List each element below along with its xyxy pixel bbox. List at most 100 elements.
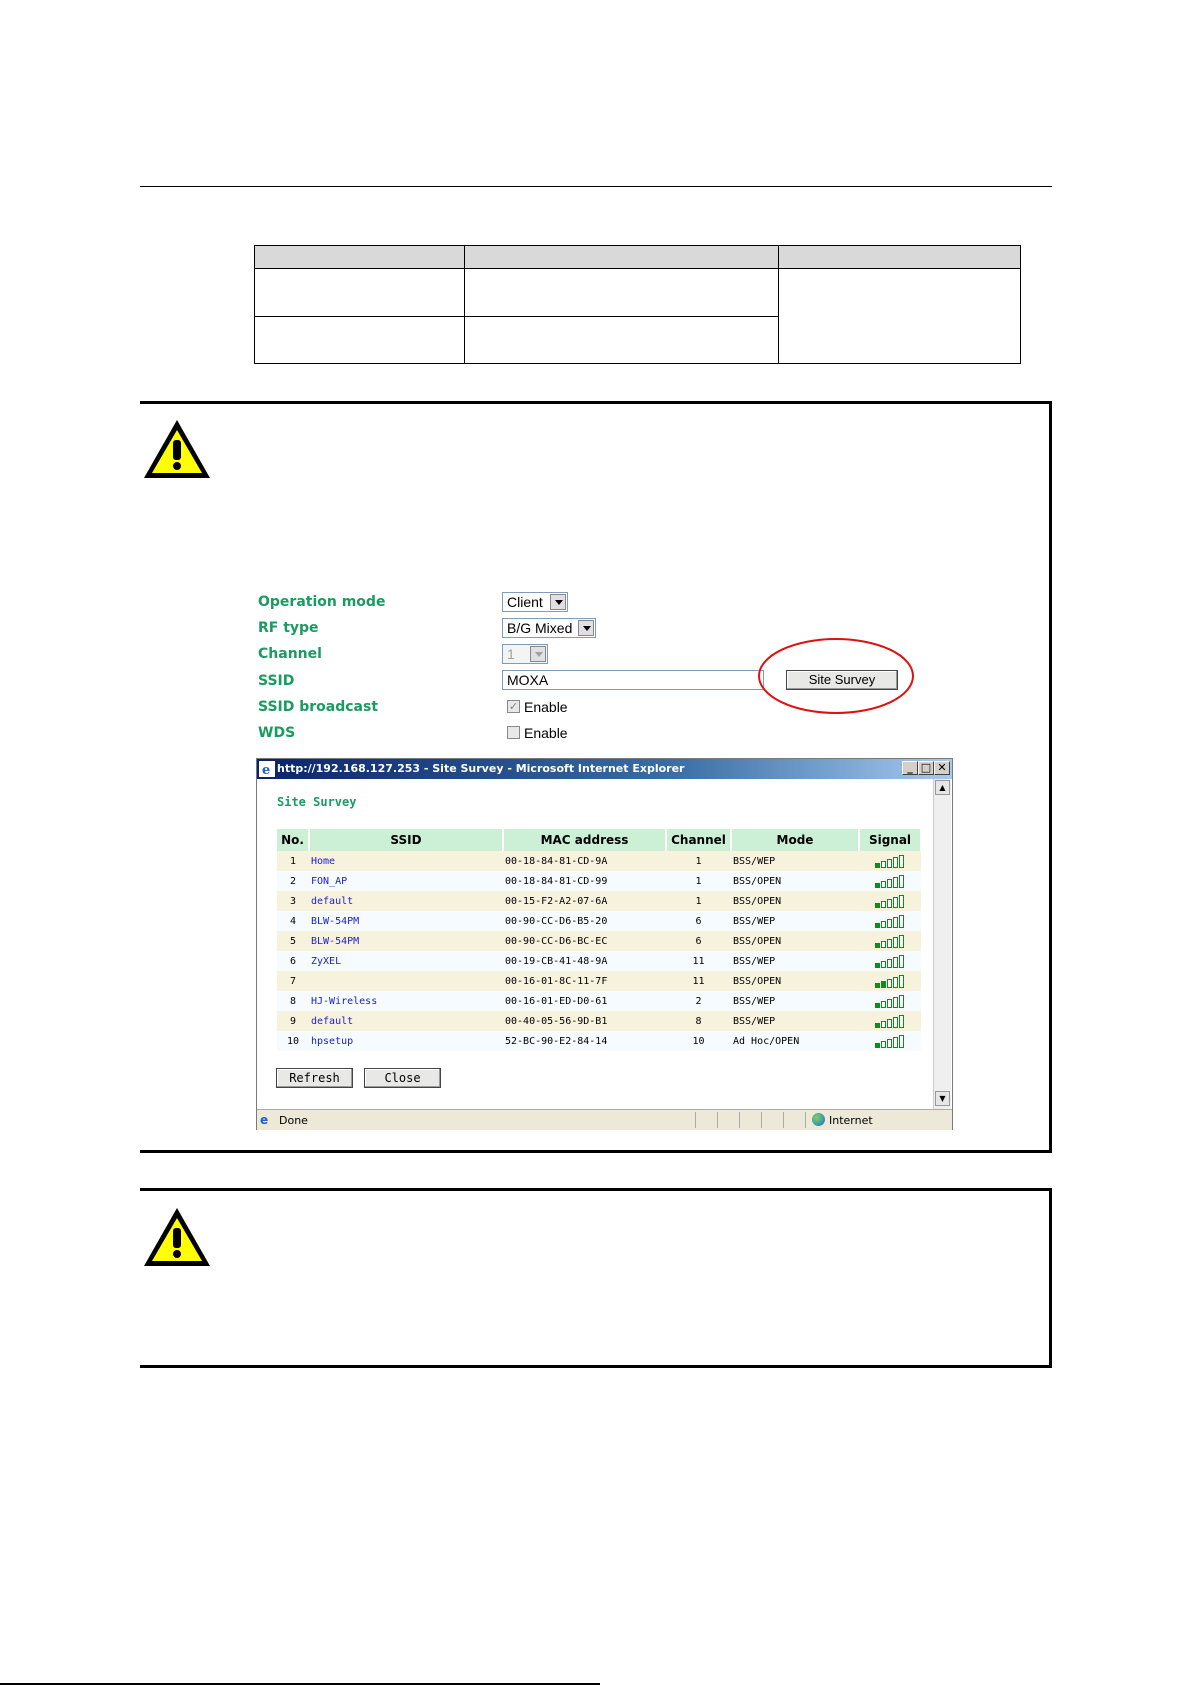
signal-cell xyxy=(859,971,921,991)
warning-icon xyxy=(144,420,210,478)
ie-logo-icon: e xyxy=(259,761,275,777)
signal-cell xyxy=(859,931,921,951)
ssid-link[interactable]: hpsetup xyxy=(309,1031,503,1051)
mode-cell: BSS/OPEN xyxy=(731,871,859,891)
wds-enable-label: Enable xyxy=(524,725,568,741)
mac-address: 00-18-84-81-CD-99 xyxy=(503,871,666,891)
status-bar: e Done Internet xyxy=(257,1109,952,1130)
ssid-input[interactable]: MOXA xyxy=(502,670,764,690)
ssid-link[interactable]: FON_AP xyxy=(309,871,503,891)
ssid-link[interactable]: default xyxy=(309,1011,503,1031)
column-header: Signal xyxy=(859,829,922,851)
table-row: 4 BLW-54PM 00-90-CC-D6-B5-20 6 BSS/WEP xyxy=(277,911,921,931)
mode-cell: BSS/WEP xyxy=(731,1011,859,1031)
zone-text: Internet xyxy=(829,1114,873,1127)
window-title: http://192.168.127.253 - Site Survey - M… xyxy=(277,762,685,775)
svg-text:e: e xyxy=(262,763,270,777)
ie-logo-icon: e xyxy=(260,1113,269,1127)
mode-cell: BSS/OPEN xyxy=(731,971,859,991)
ssid-broadcast-enable-label: Enable xyxy=(524,699,568,715)
operation-mode-select[interactable]: Client xyxy=(502,592,568,612)
mode-cell: BSS/OPEN xyxy=(731,891,859,911)
ssid-link[interactable]: BLW-54PM xyxy=(309,911,503,931)
status-divider xyxy=(783,1112,784,1128)
window-titlebar: e http://192.168.127.253 - Site Survey -… xyxy=(257,759,952,779)
table-row: 9 default 00-40-05-56-9D-B1 8 BSS/WEP xyxy=(277,1011,921,1031)
mode-cell: Ad Hoc/OPEN xyxy=(731,1031,859,1051)
signal-icon xyxy=(875,874,905,888)
table-row: 2 FON_AP 00-18-84-81-CD-99 1 BSS/OPEN xyxy=(277,871,921,891)
table-row: 5 BLW-54PM 00-90-CC-D6-BC-EC 6 BSS/OPEN xyxy=(277,931,921,951)
signal-cell xyxy=(859,1031,921,1051)
signal-cell xyxy=(859,851,921,871)
vertical-scrollbar[interactable]: ▲ ▼ xyxy=(933,779,951,1109)
signal-icon xyxy=(875,994,905,1008)
ssid-link[interactable]: HJ-Wireless xyxy=(309,991,503,1011)
column-header: MAC address xyxy=(503,829,667,851)
signal-cell xyxy=(859,951,921,971)
column-header: Channel xyxy=(666,829,732,851)
ssid-link[interactable]: Home xyxy=(309,851,503,871)
channel-cell: 11 xyxy=(666,951,731,971)
status-divider xyxy=(761,1112,762,1128)
table-cell xyxy=(254,315,465,364)
mac-address: 00-90-CC-D6-B5-20 xyxy=(503,911,666,931)
ssid-link[interactable]: default xyxy=(309,891,503,911)
close-icon[interactable]: ✕ xyxy=(934,761,950,775)
ssid-link[interactable] xyxy=(309,971,503,991)
chevron-down-icon xyxy=(578,620,594,636)
signal-cell xyxy=(859,1011,921,1031)
row-number: 8 xyxy=(277,991,309,1011)
site-survey-window: e http://192.168.127.253 - Site Survey -… xyxy=(256,758,953,1130)
ssid-link[interactable]: BLW-54PM xyxy=(309,931,503,951)
row-number: 2 xyxy=(277,871,309,891)
signal-icon xyxy=(875,1014,905,1028)
status-divider xyxy=(805,1112,806,1128)
wds-label: WDS xyxy=(258,725,296,741)
wds-checkbox[interactable] xyxy=(507,726,520,739)
scroll-down-icon[interactable]: ▼ xyxy=(935,1091,950,1106)
table-cell xyxy=(464,268,779,317)
table-row: 1 Home 00-18-84-81-CD-9A 1 BSS/WEP xyxy=(277,851,921,871)
table-row: 8 HJ-Wireless 00-16-01-ED-D0-61 2 BSS/WE… xyxy=(277,991,921,1011)
column-header: No. xyxy=(277,829,310,851)
signal-icon xyxy=(875,974,905,988)
row-number: 5 xyxy=(277,931,309,951)
ssid-broadcast-checkbox[interactable]: ✓ xyxy=(507,700,520,713)
channel-select[interactable]: 1 xyxy=(502,644,548,664)
close-button[interactable]: Close xyxy=(364,1068,441,1088)
header-rule xyxy=(140,186,1052,187)
spec-table xyxy=(254,245,1021,364)
mode-cell: BSS/WEP xyxy=(731,851,859,871)
signal-cell xyxy=(859,991,921,1011)
chevron-down-icon xyxy=(550,594,566,610)
table-header-cell xyxy=(778,245,1021,269)
row-number: 4 xyxy=(277,911,309,931)
status-text: Done xyxy=(279,1114,308,1127)
ssid-link[interactable]: ZyXEL xyxy=(309,951,503,971)
table-row: 7 00-16-01-8C-11-7F 11 BSS/OPEN xyxy=(277,971,921,991)
mac-address: 00-16-01-8C-11-7F xyxy=(503,971,666,991)
minimize-icon[interactable]: _ xyxy=(902,761,918,775)
channel-cell: 11 xyxy=(666,971,731,991)
signal-cell xyxy=(859,911,921,931)
highlight-circle xyxy=(758,638,914,714)
maximize-icon[interactable]: □ xyxy=(918,761,934,775)
signal-icon xyxy=(875,914,905,928)
signal-icon xyxy=(875,854,905,868)
globe-icon xyxy=(812,1113,825,1126)
status-divider xyxy=(739,1112,740,1128)
scroll-up-icon[interactable]: ▲ xyxy=(935,780,950,795)
channel-cell: 8 xyxy=(666,1011,731,1031)
signal-cell xyxy=(859,871,921,891)
warning-icon xyxy=(144,1208,210,1266)
rf-type-select[interactable]: B/G Mixed xyxy=(502,618,596,638)
refresh-button[interactable]: Refresh xyxy=(276,1068,353,1088)
channel-cell: 6 xyxy=(666,931,731,951)
mode-cell: BSS/OPEN xyxy=(731,931,859,951)
channel-cell: 1 xyxy=(666,851,731,871)
channel-cell: 6 xyxy=(666,911,731,931)
row-number: 10 xyxy=(277,1031,309,1051)
mac-address: 00-40-05-56-9D-B1 xyxy=(503,1011,666,1031)
operation-mode-label: Operation mode xyxy=(258,594,386,610)
